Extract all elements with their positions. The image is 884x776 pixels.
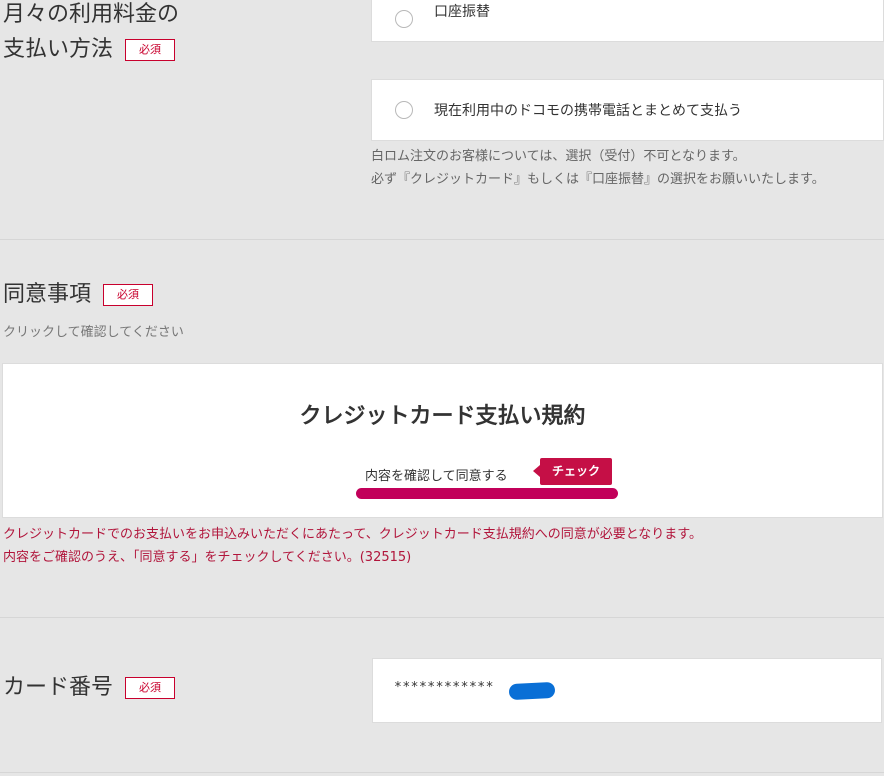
card-number-title-row: カード番号 必須 — [3, 669, 176, 707]
section-divider — [0, 772, 884, 773]
payment-option-bank-transfer[interactable]: 口座振替 — [371, 0, 884, 42]
payment-required-badge: 必須 — [125, 39, 176, 61]
card-number-label: カード番号 — [3, 675, 114, 700]
payment-option-docomo-bundle[interactable]: 現在利用中のドコモの携帯電話とまとめて支払う — [371, 79, 884, 141]
card-number-required-badge: 必須 — [125, 677, 176, 699]
agree-checkbox-label[interactable]: 内容を確認して同意する — [365, 465, 508, 484]
payment-title-line2: 支払い方法 — [3, 37, 114, 62]
card-number-input[interactable]: ************ — [372, 658, 882, 723]
consent-warning-line1: クレジットカードでのお支払いをお申込みいただくにあたって、クレジットカード支払規… — [3, 527, 703, 542]
payment-note-line2: 必ず『クレジットカード』もしくは『口座振替』の選択をお願いいたします。 — [371, 172, 825, 187]
redaction-mark — [508, 681, 556, 701]
check-callout: チェック — [532, 458, 613, 485]
consent-hint: クリックして確認してください — [3, 325, 184, 340]
consent-warning-line2: 内容をご確認のうえ、「同意する」をチェックしてください。(32515) — [3, 550, 412, 565]
credit-terms-title[interactable]: クレジットカード支払い規約 — [3, 398, 882, 430]
payment-option-label: 口座振替 — [434, 4, 490, 20]
credit-terms-card[interactable]: クレジットカード支払い規約 内容を確認して同意する チェック — [2, 363, 883, 518]
radio-button-unchecked-icon[interactable] — [395, 10, 413, 28]
payment-option-label: 現在利用中のドコモの携帯電話とまとめて支払う — [434, 103, 742, 119]
payment-title-row: 支払い方法 必須 — [3, 31, 176, 69]
consent-required-badge: 必須 — [103, 284, 154, 306]
consent-warning: クレジットカードでのお支払いをお申込みいただくにあたって、クレジットカード支払規… — [3, 523, 702, 569]
consent-title: 同意事項 — [3, 282, 92, 307]
card-number-value: ************ — [394, 680, 494, 695]
section-divider — [0, 617, 884, 618]
agree-highlight-underline — [356, 488, 618, 499]
payment-title-line1: 月々の利用料金の — [3, 2, 180, 27]
consent-title-row: 同意事項 必須 — [3, 276, 154, 314]
payment-note: 白ロム注文のお客様については、選択（受付）不可となります。 必ず『クレジットカー… — [371, 145, 825, 191]
section-divider — [0, 239, 884, 240]
radio-button-unchecked-icon[interactable] — [395, 101, 413, 119]
payment-note-line1: 白ロム注文のお客様については、選択（受付）不可となります。 — [371, 149, 746, 164]
